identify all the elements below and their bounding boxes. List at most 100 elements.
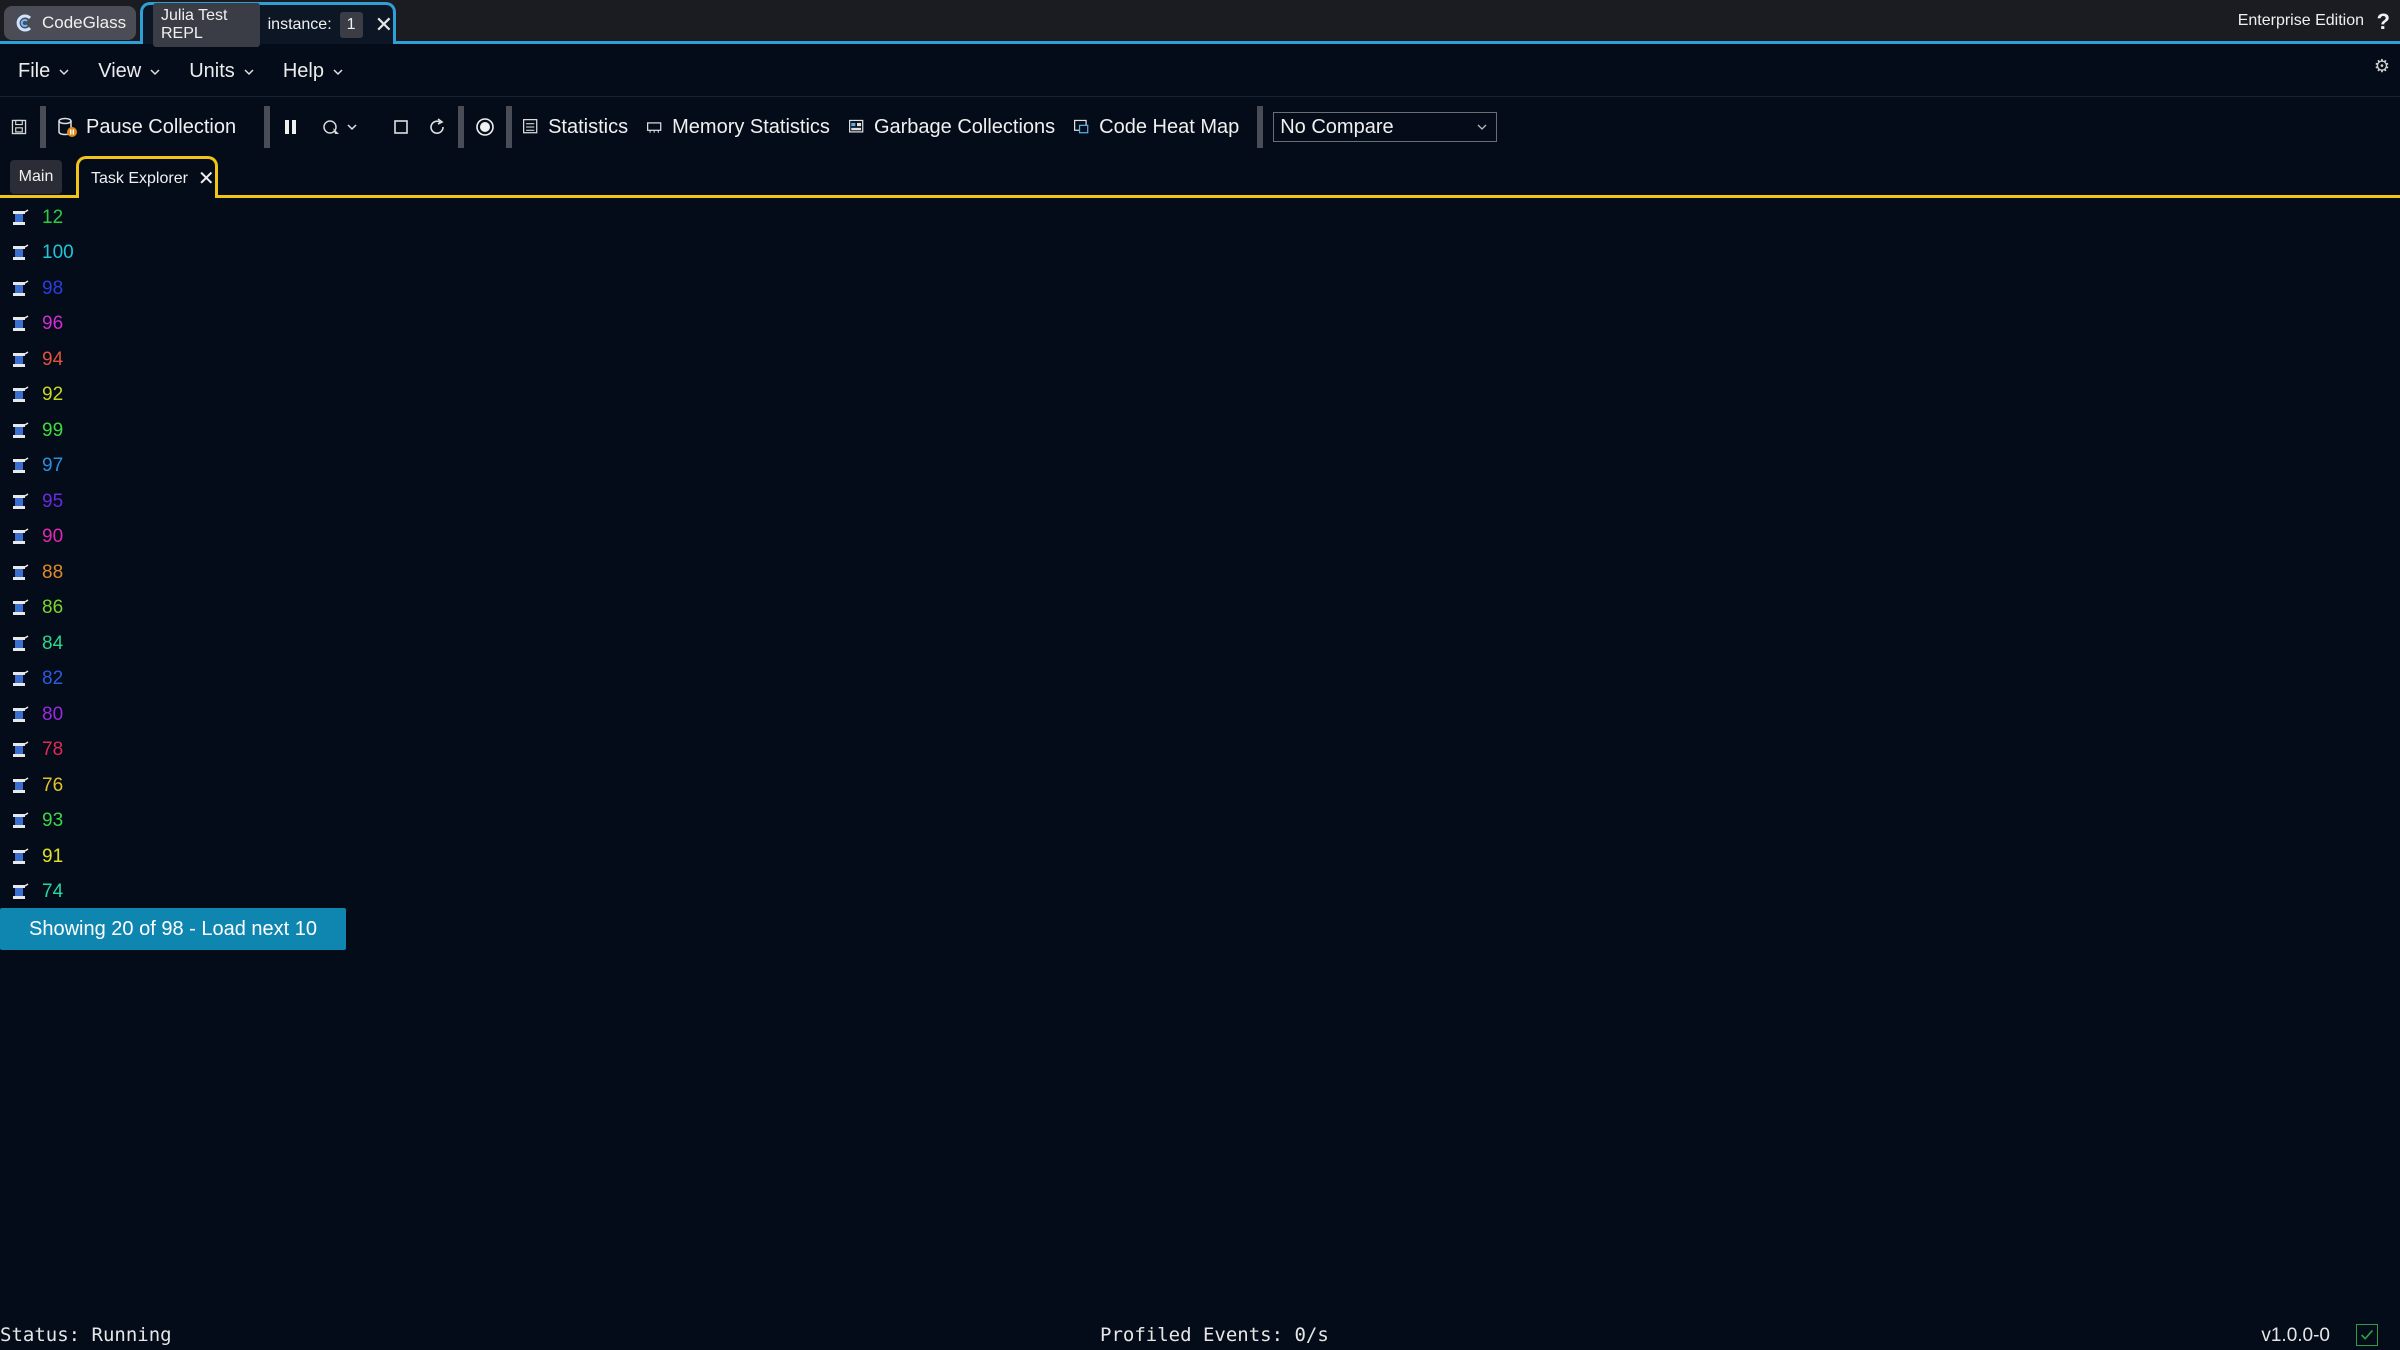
task-list: 12 100 98 96 94 92 99 97 95 90 88 86 84 82 80 78 76 93 91 7… — [0, 200, 600, 910]
tab-main[interactable]: Main — [10, 160, 62, 194]
task-row[interactable]: 98 — [0, 271, 600, 307]
profiled-events-text: Profiled Events: 0/s — [1100, 1324, 1329, 1346]
help-icon[interactable]: ? — [2377, 9, 2390, 35]
thread-spool-icon — [13, 670, 29, 687]
thread-spool-icon — [13, 599, 29, 616]
settings-gear-icon[interactable]: ⚙ — [2374, 56, 2390, 77]
task-row[interactable]: 96 — [0, 307, 600, 343]
task-id-label: 96 — [42, 313, 64, 335]
menu-help[interactable]: Help — [283, 60, 344, 83]
task-row[interactable]: 74 — [0, 875, 600, 911]
thread-spool-icon — [13, 493, 29, 509]
thread-spool-icon — [13, 528, 29, 545]
stop-icon[interactable] — [390, 116, 412, 138]
task-id-label: 98 — [42, 277, 64, 299]
save-icon[interactable] — [10, 118, 28, 136]
task-row[interactable]: 86 — [0, 591, 600, 627]
code-heat-map-button[interactable]: Code Heat Map — [1073, 116, 1239, 139]
task-row[interactable]: 76 — [0, 768, 600, 804]
thread-spool-icon — [13, 706, 29, 722]
menu-view-label: View — [98, 60, 142, 82]
chevron-down-icon — [59, 68, 69, 75]
task-row[interactable]: 97 — [0, 449, 600, 485]
task-row[interactable]: 82 — [0, 662, 600, 698]
pause-collection-button[interactable]: Pause Collection — [56, 116, 236, 139]
menu-help-label: Help — [282, 60, 324, 82]
toolbar-separator — [458, 106, 465, 148]
thread-spool-icon — [13, 422, 29, 438]
load-more-button[interactable]: Showing 20 of 98 - Load next 10 — [0, 908, 346, 950]
task-row[interactable]: 92 — [0, 378, 600, 414]
tab-task-explorer[interactable]: Task Explorer ✕ — [76, 156, 218, 198]
task-id-label: 94 — [42, 348, 64, 370]
code-heat-map-label: Code Heat Map — [1099, 115, 1240, 138]
pause-icon[interactable] — [280, 116, 302, 138]
task-id-label: 82 — [42, 668, 64, 690]
menu-bar: File View Units Help — [0, 47, 2400, 97]
thread-spool-icon — [13, 777, 29, 793]
task-id-label: 74 — [42, 881, 64, 903]
thread-spool-icon — [13, 244, 29, 261]
toolbar-separator — [264, 106, 271, 148]
task-row[interactable]: 91 — [0, 839, 600, 875]
task-row[interactable]: 93 — [0, 804, 600, 840]
task-id-label: 91 — [42, 845, 64, 867]
task-row[interactable]: 12 — [0, 200, 600, 236]
task-id-label: 76 — [42, 774, 64, 796]
chevron-down-icon — [150, 68, 160, 75]
task-row[interactable]: 95 — [0, 484, 600, 520]
menu-file-label: File — [18, 60, 51, 82]
compare-selected-value: No Compare — [1280, 115, 1394, 138]
toolbar-separator — [1257, 106, 1264, 148]
thread-spool-icon — [13, 280, 29, 296]
thread-spool-icon — [13, 812, 29, 829]
thread-spool-icon — [13, 209, 29, 225]
close-instance-tab-icon[interactable]: ✕ — [375, 13, 393, 36]
task-id-label: 84 — [42, 632, 64, 654]
garbage-collections-button[interactable]: Garbage Collections — [848, 116, 1055, 139]
task-row[interactable]: 78 — [0, 733, 600, 769]
menu-units[interactable]: Units — [189, 60, 255, 83]
task-row[interactable]: 100 — [0, 236, 600, 272]
memory-statistics-button[interactable]: Memory Statistics — [646, 116, 830, 139]
step-dropdown-button[interactable] — [320, 116, 358, 138]
toolbar-separator — [506, 106, 513, 148]
task-row[interactable]: 99 — [0, 413, 600, 449]
statistics-button[interactable]: Statistics — [522, 116, 628, 139]
task-id-label: 92 — [42, 384, 64, 406]
task-row[interactable]: 88 — [0, 555, 600, 591]
menu-view[interactable]: View — [98, 60, 161, 83]
task-id-label: 93 — [42, 810, 64, 832]
task-id-label: 95 — [42, 490, 64, 512]
database-pause-icon — [58, 117, 77, 137]
task-row[interactable]: 84 — [0, 626, 600, 662]
document-tabs: Main Task Explorer ✕ — [0, 156, 2400, 198]
refresh-icon[interactable] — [426, 116, 448, 138]
record-icon[interactable] — [474, 116, 496, 138]
connected-check-icon — [2356, 1324, 2378, 1346]
memory-statistics-label: Memory Statistics — [672, 115, 830, 138]
app-tab-codeglass[interactable]: CodeGlass — [4, 6, 136, 40]
menu-units-label: Units — [189, 60, 235, 82]
memory-chip-icon — [647, 122, 662, 133]
task-id-label: 90 — [42, 526, 64, 548]
task-row[interactable]: 80 — [0, 697, 600, 733]
close-tab-icon[interactable]: ✕ — [198, 169, 215, 189]
status-bar: Status: Running Profiled Events: 0/s v1.… — [0, 1320, 2400, 1350]
thread-spool-icon — [13, 351, 29, 367]
instance-name: Julia Test REPL — [153, 2, 260, 47]
instance-tab[interactable]: Julia Test REPL instance: 1 ✕ — [140, 2, 396, 47]
task-id-label: 100 — [42, 242, 74, 264]
instance-label: instance: — [267, 15, 332, 33]
task-row[interactable]: 94 — [0, 342, 600, 378]
status-text: Status: Running — [0, 1324, 172, 1346]
task-id-label: 12 — [42, 206, 64, 228]
chevron-down-icon — [1477, 124, 1487, 130]
menu-file[interactable]: File — [18, 60, 70, 83]
thread-spool-icon — [13, 386, 29, 403]
edition-label: Enterprise Edition — [2237, 12, 2364, 29]
task-row[interactable]: 90 — [0, 520, 600, 556]
codeglass-logo-icon — [16, 14, 32, 32]
thread-spool-icon — [13, 315, 29, 332]
compare-select[interactable]: No Compare — [1273, 112, 1498, 142]
